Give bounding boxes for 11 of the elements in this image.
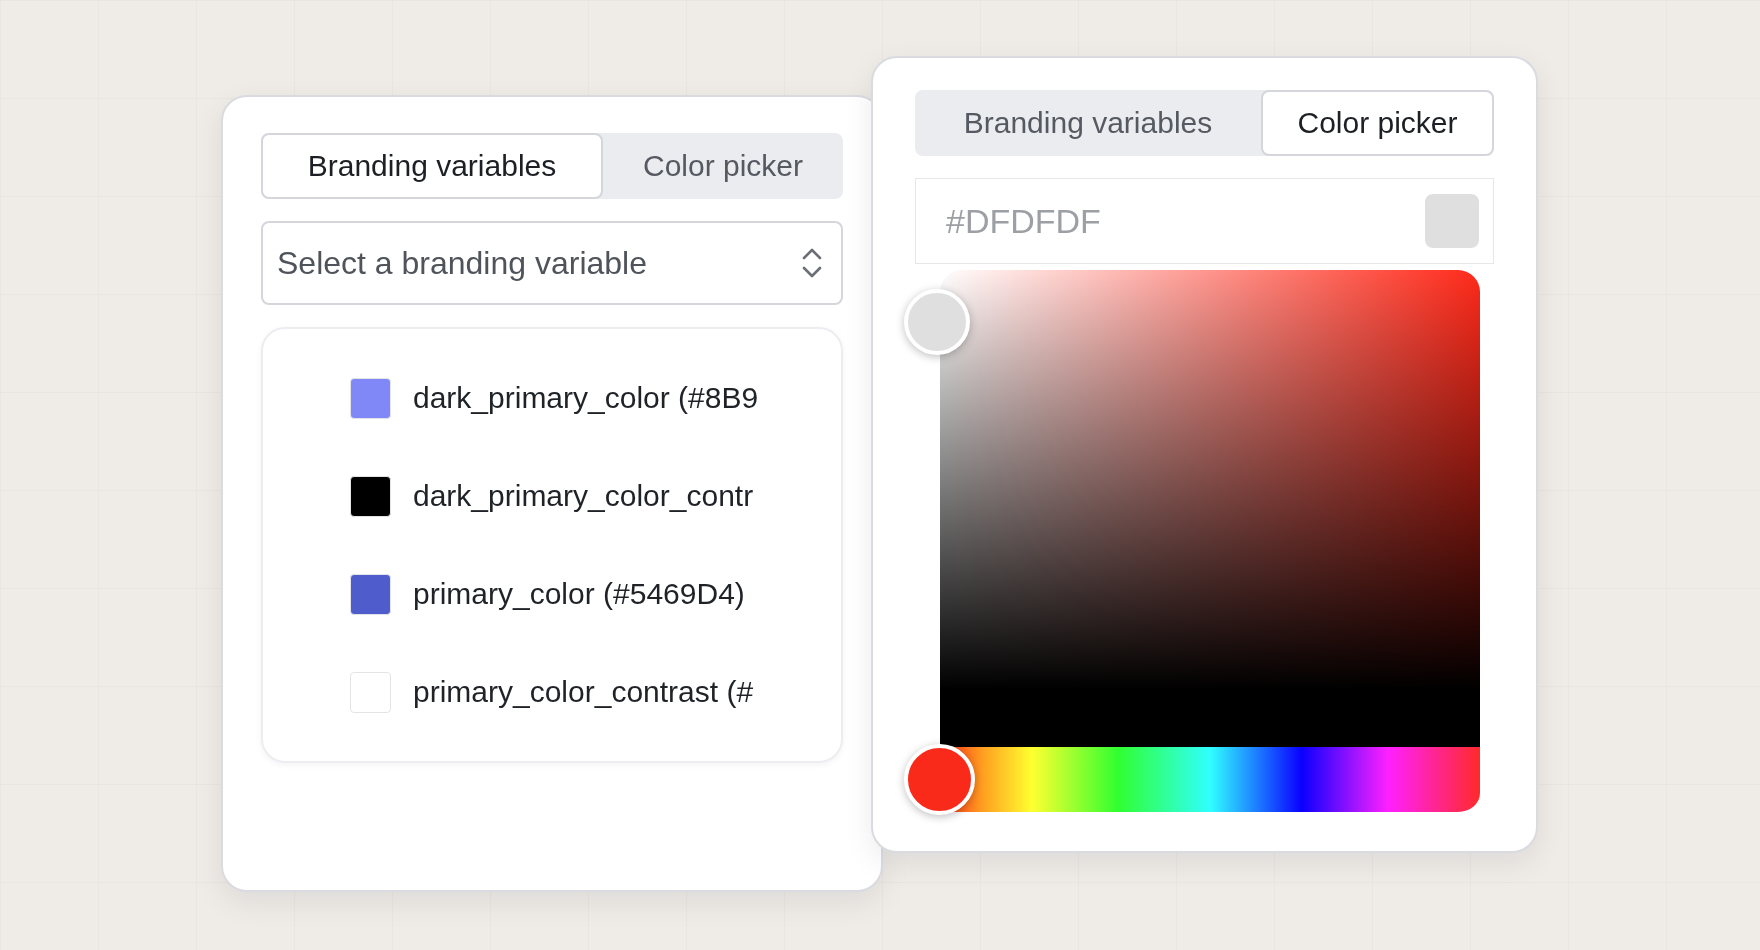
tab[interactable]: Branding variables <box>915 90 1261 156</box>
select-placeholder: Select a branding variable <box>277 244 647 282</box>
tab[interactable]: Color picker <box>1261 90 1494 156</box>
variable-option[interactable]: primary_color (#5469D4) <box>413 577 745 611</box>
tab[interactable]: Color picker <box>603 133 843 199</box>
branding-variable-select[interactable]: Select a branding variable <box>261 221 843 305</box>
variable-option[interactable]: dark_primary_color (#8B9 <box>413 381 759 415</box>
variable-option[interactable]: dark_primary_color_contr <box>413 479 754 513</box>
tab[interactable]: Branding variables <box>261 133 603 199</box>
hex-value: #DFDFDF <box>946 201 1101 241</box>
variable-option[interactable]: primary_color_contrast (# <box>413 675 754 709</box>
